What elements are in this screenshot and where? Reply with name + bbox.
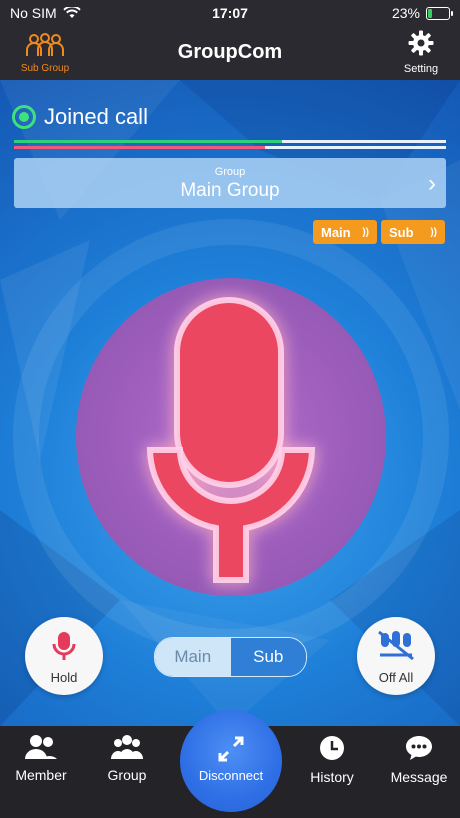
main-chip-label: Main — [321, 224, 351, 240]
connected-indicator-icon — [12, 105, 36, 129]
status-bar: No SIM 17:07 23% — [0, 0, 460, 26]
microphone-icon — [146, 297, 316, 583]
call-status: Joined call — [12, 104, 148, 130]
disconnect-label: Disconnect — [198, 768, 264, 783]
toggle-sub-option[interactable]: Sub — [230, 638, 306, 676]
sub-chip-label: Sub — [389, 224, 414, 240]
tab-group[interactable]: Group — [92, 734, 162, 783]
gear-icon — [408, 30, 434, 56]
group-icon — [111, 735, 143, 759]
sound-wave-icon: )) — [430, 226, 437, 238]
chevron-right-icon: › — [428, 170, 436, 197]
hold-label: Hold — [50, 670, 78, 685]
hold-button[interactable]: Hold — [25, 617, 103, 695]
tab-message-label: Message — [390, 769, 448, 785]
sound-wave-icon: )) — [362, 226, 369, 238]
group-selector[interactable]: Group Main Group › — [14, 158, 446, 208]
setting-label: Setting — [403, 63, 439, 75]
battery-icon — [426, 6, 453, 20]
call-status-label: Joined call — [44, 104, 148, 129]
group-caption: Group — [214, 166, 246, 178]
tab-member[interactable]: Member — [6, 734, 76, 783]
main-panel: Joined call Group Main Group › Main )) S… — [0, 80, 460, 726]
off-all-label: Off All — [378, 670, 414, 685]
clock-icon — [320, 736, 344, 760]
sub-channel-chip[interactable]: Sub )) — [381, 220, 445, 244]
tab-group-label: Group — [107, 767, 147, 783]
sub-group-label: Sub Group — [20, 63, 70, 74]
group-name: Main Group — [180, 180, 280, 201]
channel-toggle[interactable]: Main Sub — [154, 637, 307, 677]
battery-percent: 23% — [391, 5, 420, 21]
mute-all-icon — [378, 630, 414, 661]
chat-bubble-icon — [406, 736, 432, 760]
tab-history[interactable]: History — [297, 734, 367, 785]
nav-bar: Sub Group GroupCom Setting — [0, 26, 460, 80]
off-all-button[interactable]: Off All — [357, 617, 435, 695]
push-to-talk-button[interactable] — [76, 278, 386, 596]
main-channel-chip[interactable]: Main )) — [313, 220, 377, 244]
level-bar-red — [14, 146, 446, 149]
tab-member-label: Member — [15, 767, 67, 783]
mic-hold-icon — [52, 632, 76, 660]
page-title: GroupCom — [177, 41, 283, 63]
toggle-main-option[interactable]: Main — [155, 638, 231, 676]
setting-button[interactable]: Setting — [396, 30, 446, 78]
expand-arrows-icon — [218, 736, 244, 762]
tab-history-label: History — [310, 769, 354, 785]
tab-message[interactable]: Message — [384, 734, 454, 785]
members-icon — [25, 735, 57, 759]
level-bar-green — [14, 140, 446, 143]
disconnect-button[interactable]: Disconnect — [180, 710, 282, 812]
